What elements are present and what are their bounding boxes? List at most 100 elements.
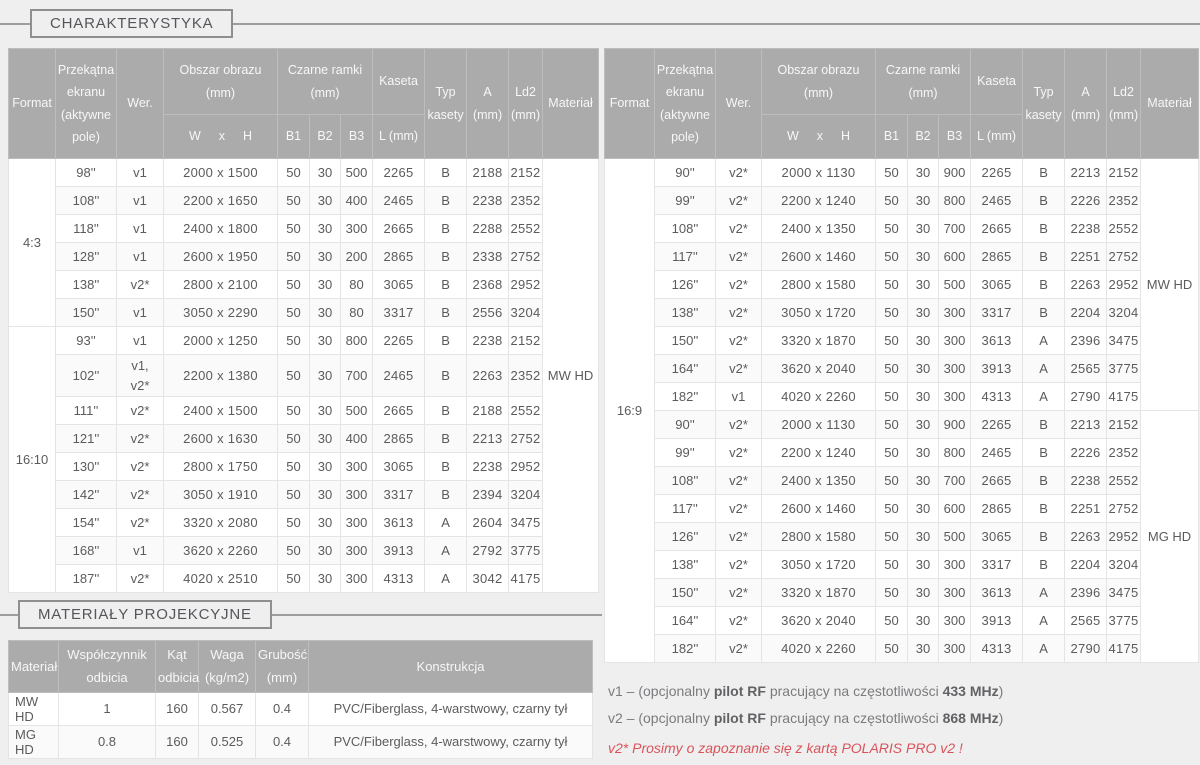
cell-l: 4313 [971,383,1023,411]
subheader-x: x [817,125,823,148]
cell-wer: v2* [716,523,762,551]
mat-col-material: Materiał [9,641,59,693]
cell-wh: 2800 x 1580 [762,523,876,551]
cell-b2: 30 [310,271,341,299]
cell-typ: A [1023,579,1065,607]
cell-b3: 300 [341,537,373,565]
cell-b1: 50 [876,551,908,579]
cell-typ: B [1023,467,1065,495]
cell-l: 3065 [373,453,425,481]
cell-b2: 30 [310,397,341,425]
cell-wh: 2600 x 1460 [762,495,876,523]
cell-wer: v1 [117,537,164,565]
materialy-section-heading: MATERIAŁY PROJEKCYJNE [8,595,598,637]
cell-b2: 30 [310,187,341,215]
cell-a: 2263 [1065,271,1107,299]
cell-b2: 30 [908,579,939,607]
cell-size: 182'' [655,383,716,411]
cell-a: 2213 [1065,159,1107,187]
cell-b3: 900 [939,159,971,187]
cell-size: 138'' [655,551,716,579]
subheader-w: W [189,125,201,148]
cell-b2: 30 [310,453,341,481]
cell-typ: B [425,299,467,327]
cell-b3: 300 [939,635,971,663]
cell-b1: 50 [876,411,908,439]
subheader-b3: B3 [341,115,373,159]
cell-wh: 2000 x 1500 [164,159,278,187]
cell-wer: v2* [117,481,164,509]
cell-b2: 30 [310,355,341,397]
cell-ld2: 2752 [509,243,543,271]
cell-b3: 300 [939,299,971,327]
cell-ld2: 2352 [1107,439,1141,467]
spec-row: 126''v2*2800 x 158050305003065B22632952 [605,523,1199,551]
cell-wh: 2400 x 1350 [762,215,876,243]
spec-row: 108''v12200 x 165050304002465B22382352 [9,187,599,215]
cell-b1: 50 [278,187,310,215]
cell-b2: 30 [908,215,939,243]
cell-typ: B [425,481,467,509]
cell-b3: 600 [939,243,971,271]
spec-row: 117''v2*2600 x 146050306002865B22512752 [605,495,1199,523]
materials-row: MW HD 1 160 0.567 0.4 PVC/Fiberglass, 4-… [9,692,593,725]
cell-wh: 3620 x 2040 [762,607,876,635]
cell-ld2: 2752 [509,425,543,453]
cell-b3: 300 [341,215,373,243]
cell-b2: 30 [908,243,939,271]
material-wspolczynnik: 1 [59,692,156,725]
cell-l: 3317 [373,481,425,509]
cell-b1: 50 [278,425,310,453]
cell-typ: B [425,187,467,215]
cell-l: 2665 [373,215,425,243]
subheader-l: L (mm) [373,115,425,159]
cell-b3: 500 [939,523,971,551]
cell-wer: v2* [716,467,762,495]
cell-ld2: 2752 [1107,495,1141,523]
cell-a: 2790 [1065,383,1107,411]
cell-b1: 50 [876,187,908,215]
cell-a: 2604 [467,509,509,537]
cell-l: 2465 [373,187,425,215]
cell-wer: v2* [716,579,762,607]
cell-l: 3913 [971,607,1023,635]
material-wspolczynnik: 0.8 [59,725,156,758]
spec-row: 168''v13620 x 226050303003913A27923775 [9,537,599,565]
material-kat: 160 [156,692,199,725]
spec-row: 90''v2*2000 x 113050309002265B22132152MG… [605,411,1199,439]
cell-ld2: 3475 [1107,327,1141,355]
cell-typ: B [1023,187,1065,215]
cell-wh: 4020 x 2510 [164,565,278,593]
spec-row: 4:398''v12000 x 150050305002265B21882152… [9,159,599,187]
cell-b2: 30 [310,215,341,243]
cell-b3: 700 [341,355,373,397]
col-header-kaseta: Kaseta [373,49,425,115]
cell-typ: A [1023,327,1065,355]
cell-l: 4313 [971,635,1023,663]
footnotes: v1 – (opcjonalny pilot RF pracujący na c… [608,683,1196,756]
cell-wh: 2400 x 1500 [164,397,278,425]
spec-row: 128''v12600 x 195050302002865B23382752 [9,243,599,271]
cell-wer: v2* [117,453,164,481]
material-group-cell: MW HD [543,159,599,593]
cell-b3: 800 [341,327,373,355]
cell-b3: 300 [341,509,373,537]
cell-typ: B [1023,551,1065,579]
cell-b1: 50 [278,397,310,425]
subheader-l: L (mm) [971,115,1023,159]
cell-typ: B [1023,439,1065,467]
cell-ld2: 2752 [1107,243,1141,271]
cell-b1: 50 [278,453,310,481]
cell-wh: 2600 x 1630 [164,425,278,453]
spec-row: 108''v2*2400 x 135050307002665B22382552 [605,215,1199,243]
spec-row: 108''v2*2400 x 135050307002665B22382552 [605,467,1199,495]
content-columns: Format Przekątna ekranu (aktywne pole) W… [0,48,1200,759]
subheader-h: H [841,125,850,148]
cell-a: 2790 [1065,635,1107,663]
cell-ld2: 2152 [509,327,543,355]
cell-wh: 2200 x 1240 [762,187,876,215]
cell-wer: v2* [117,397,164,425]
cell-wh: 2200 x 1650 [164,187,278,215]
cell-b2: 30 [310,537,341,565]
cell-typ: B [1023,495,1065,523]
